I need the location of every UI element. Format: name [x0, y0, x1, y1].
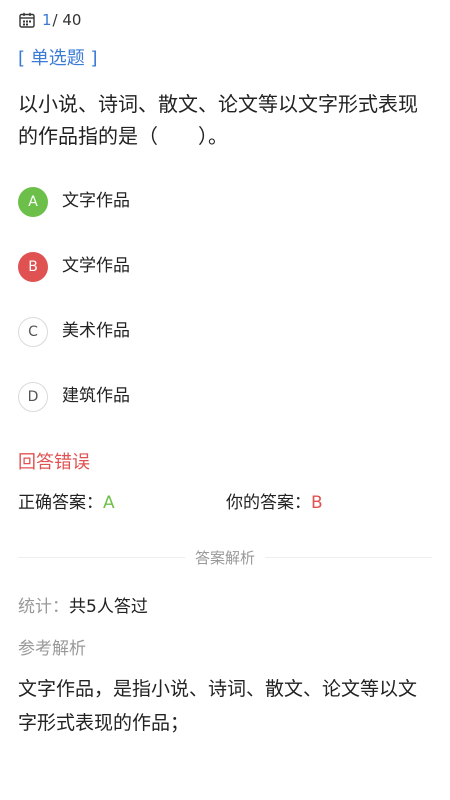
divider-line-left — [18, 556, 185, 558]
analysis-heading: 答案解析 — [195, 548, 256, 567]
option-c-label: 美术作品 — [62, 320, 130, 341]
correct-answer-label: 正确答案： — [18, 493, 103, 513]
correct-answer: 正确答案：A — [18, 488, 115, 513]
option-c-badge: C — [18, 317, 48, 347]
quiz-page: 1 / 40 [ 单选题 ] 以小说、诗词、散文、论文等以文字形式表现的作品指的… — [0, 0, 450, 800]
option-b-badge: B — [18, 252, 48, 282]
option-c[interactable]: C 美术作品 — [18, 316, 130, 348]
question-progress: 1 / 40 — [18, 10, 81, 30]
correct-answer-value: A — [103, 493, 115, 513]
your-answer-label: 你的答案： — [226, 493, 311, 513]
analysis-divider: 答案解析 — [18, 545, 433, 569]
option-b[interactable]: B 文学作品 — [18, 251, 130, 283]
question-text: 以小说、诗词、散文、论文等以文字形式表现的作品指的是（ ）。 — [18, 92, 418, 148]
answer-stats: 统计：共5人答过 — [18, 592, 148, 617]
option-d-label: 建筑作品 — [62, 385, 130, 406]
stats-value: 共5人答过 — [69, 597, 148, 617]
option-d-badge: D — [18, 382, 48, 412]
option-a[interactable]: A 文字作品 — [18, 186, 130, 218]
option-a-badge: A — [18, 187, 48, 217]
question-type: [ 单选题 ] — [18, 48, 98, 69]
option-b-label: 文学作品 — [62, 255, 130, 276]
option-a-label: 文字作品 — [62, 190, 130, 211]
divider-line-right — [265, 556, 433, 558]
reference-analysis-label: 参考解析 — [18, 639, 86, 659]
option-d[interactable]: D 建筑作品 — [18, 381, 130, 413]
stats-label: 统计： — [18, 597, 69, 617]
progress-total: / 40 — [52, 11, 82, 29]
calendar-icon[interactable] — [18, 11, 36, 29]
answer-result: 回答错误 — [18, 452, 90, 473]
your-answer: 你的答案：B — [226, 488, 323, 513]
your-answer-value: B — [311, 493, 323, 513]
progress-current: 1 — [42, 11, 52, 29]
analysis-text: 文字作品，是指小说、诗词、散文、论文等以文字形式表现的作品； — [18, 678, 418, 734]
